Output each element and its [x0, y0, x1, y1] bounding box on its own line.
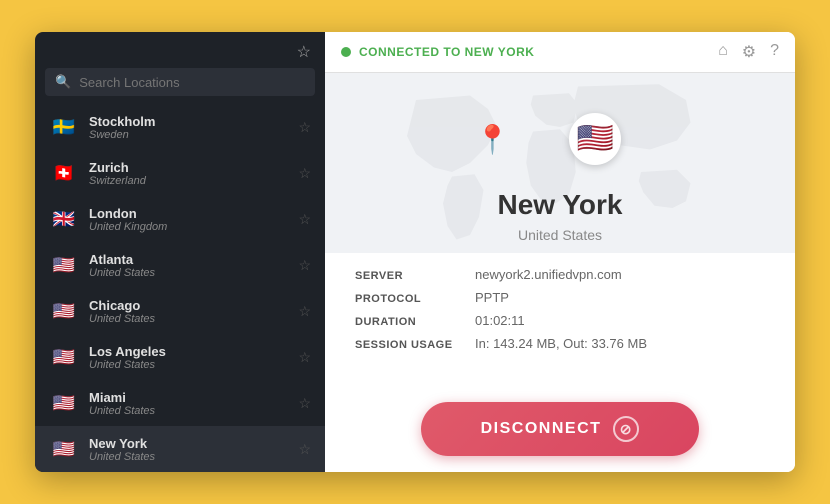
location-name-atlanta: Atlanta: [89, 252, 298, 267]
sidebar-header: ☆: [35, 32, 325, 68]
location-name-new-york: New York: [89, 436, 298, 451]
info-label: SERVER: [355, 270, 475, 282]
location-item-los-angeles[interactable]: 🇺🇸 Los Angeles United States ☆: [35, 334, 325, 380]
info-value: 01:02:11: [475, 313, 525, 328]
location-name-chicago: Chicago: [89, 298, 298, 313]
help-icon[interactable]: ?: [770, 42, 779, 62]
location-country-new-york: United States: [89, 451, 298, 463]
location-item-stockholm[interactable]: 🇸🇪 Stockholm Sweden ☆: [35, 104, 325, 150]
location-name-london: London: [89, 206, 298, 221]
flag-miami: 🇺🇸: [49, 388, 79, 418]
location-country-atlanta: United States: [89, 267, 298, 279]
location-item-zurich[interactable]: 🇨🇭 Zurich Switzerland ☆: [35, 150, 325, 196]
location-name-zurich: Zurich: [89, 160, 298, 175]
map-section: 📍 🇺🇸 New York United States: [325, 73, 795, 253]
search-input[interactable]: [79, 75, 305, 90]
location-info-stockholm: Stockholm Sweden: [89, 114, 298, 141]
disconnect-button[interactable]: DISCONNECT ⊘: [421, 402, 700, 456]
location-info-atlanta: Atlanta United States: [89, 252, 298, 279]
flag-atlanta: 🇺🇸: [49, 250, 79, 280]
city-name: New York: [497, 189, 622, 221]
info-label: PROTOCOL: [355, 293, 475, 305]
search-icon: 🔍: [55, 74, 71, 90]
location-info-miami: Miami United States: [89, 390, 298, 417]
disconnect-section: DISCONNECT ⊘: [325, 390, 795, 472]
status-dot: [341, 47, 351, 57]
location-item-miami[interactable]: 🇺🇸 Miami United States ☆: [35, 380, 325, 426]
flag-zurich: 🇨🇭: [49, 158, 79, 188]
location-name-miami: Miami: [89, 390, 298, 405]
location-info-london: London United Kingdom: [89, 206, 298, 233]
location-fav-zurich[interactable]: ☆: [298, 165, 311, 182]
info-value: In: 143.24 MB, Out: 33.76 MB: [475, 336, 647, 351]
flag-los-angeles: 🇺🇸: [49, 342, 79, 372]
location-flag: 🇺🇸: [569, 113, 621, 165]
favorites-icon[interactable]: ☆: [297, 42, 311, 62]
location-name-los-angeles: Los Angeles: [89, 344, 298, 359]
location-fav-miami[interactable]: ☆: [298, 395, 311, 412]
location-country-stockholm: Sweden: [89, 129, 298, 141]
location-fav-chicago[interactable]: ☆: [298, 303, 311, 320]
connection-status: CONNECTED TO NEW YORK: [341, 45, 534, 59]
search-bar[interactable]: 🔍: [45, 68, 315, 96]
flag-chicago: 🇺🇸: [49, 296, 79, 326]
info-label: DURATION: [355, 316, 475, 328]
location-item-atlanta[interactable]: 🇺🇸 Atlanta United States ☆: [35, 242, 325, 288]
header-icons: ⌂ ⚙ ?: [718, 42, 779, 62]
location-info-chicago: Chicago United States: [89, 298, 298, 325]
location-item-chicago[interactable]: 🇺🇸 Chicago United States ☆: [35, 288, 325, 334]
settings-icon[interactable]: ⚙: [742, 42, 756, 62]
location-item-new-york[interactable]: 🇺🇸 New York United States ☆: [35, 426, 325, 472]
disconnect-icon: ⊘: [613, 416, 639, 442]
app-window: ☆ 🔍 🇸🇪 Stockholm Sweden ☆ 🇨🇭 Zurich Swit…: [35, 32, 795, 472]
info-row-duration: DURATION 01:02:11: [355, 313, 765, 328]
location-fav-new-york[interactable]: ☆: [298, 441, 311, 458]
country-name: United States: [518, 227, 602, 243]
main-header: CONNECTED TO NEW YORK ⌂ ⚙ ?: [325, 32, 795, 73]
info-row-session-usage: SESSION USAGE In: 143.24 MB, Out: 33.76 …: [355, 336, 765, 351]
location-item-london[interactable]: 🇬🇧 London United Kingdom ☆: [35, 196, 325, 242]
disconnect-label: DISCONNECT: [481, 420, 602, 438]
location-info-zurich: Zurich Switzerland: [89, 160, 298, 187]
location-country-miami: United States: [89, 405, 298, 417]
location-fav-london[interactable]: ☆: [298, 211, 311, 228]
flag-london: 🇬🇧: [49, 204, 79, 234]
location-fav-los-angeles[interactable]: ☆: [298, 349, 311, 366]
main-panel: CONNECTED TO NEW YORK ⌂ ⚙ ?: [325, 32, 795, 472]
location-name-stockholm: Stockholm: [89, 114, 298, 129]
location-country-london: United Kingdom: [89, 221, 298, 233]
info-value: newyork2.unifiedvpn.com: [475, 267, 622, 282]
location-country-chicago: United States: [89, 313, 298, 325]
location-fav-stockholm[interactable]: ☆: [298, 119, 311, 136]
flag-new-york: 🇺🇸: [49, 434, 79, 464]
info-row-server: SERVER newyork2.unifiedvpn.com: [355, 267, 765, 282]
home-icon[interactable]: ⌂: [718, 42, 728, 62]
location-fav-atlanta[interactable]: ☆: [298, 257, 311, 274]
location-country-zurich: Switzerland: [89, 175, 298, 187]
connected-text: CONNECTED TO NEW YORK: [359, 45, 534, 59]
map-pin: 📍: [475, 123, 510, 156]
location-country-los-angeles: United States: [89, 359, 298, 371]
info-label: SESSION USAGE: [355, 339, 475, 351]
flag-stockholm: 🇸🇪: [49, 112, 79, 142]
info-value: PPTP: [475, 290, 509, 305]
info-section: SERVER newyork2.unifiedvpn.com PROTOCOL …: [325, 253, 795, 390]
info-row-protocol: PROTOCOL PPTP: [355, 290, 765, 305]
sidebar: ☆ 🔍 🇸🇪 Stockholm Sweden ☆ 🇨🇭 Zurich Swit…: [35, 32, 325, 472]
location-list: 🇸🇪 Stockholm Sweden ☆ 🇨🇭 Zurich Switzerl…: [35, 104, 325, 472]
location-info-new-york: New York United States: [89, 436, 298, 463]
location-info-los-angeles: Los Angeles United States: [89, 344, 298, 371]
